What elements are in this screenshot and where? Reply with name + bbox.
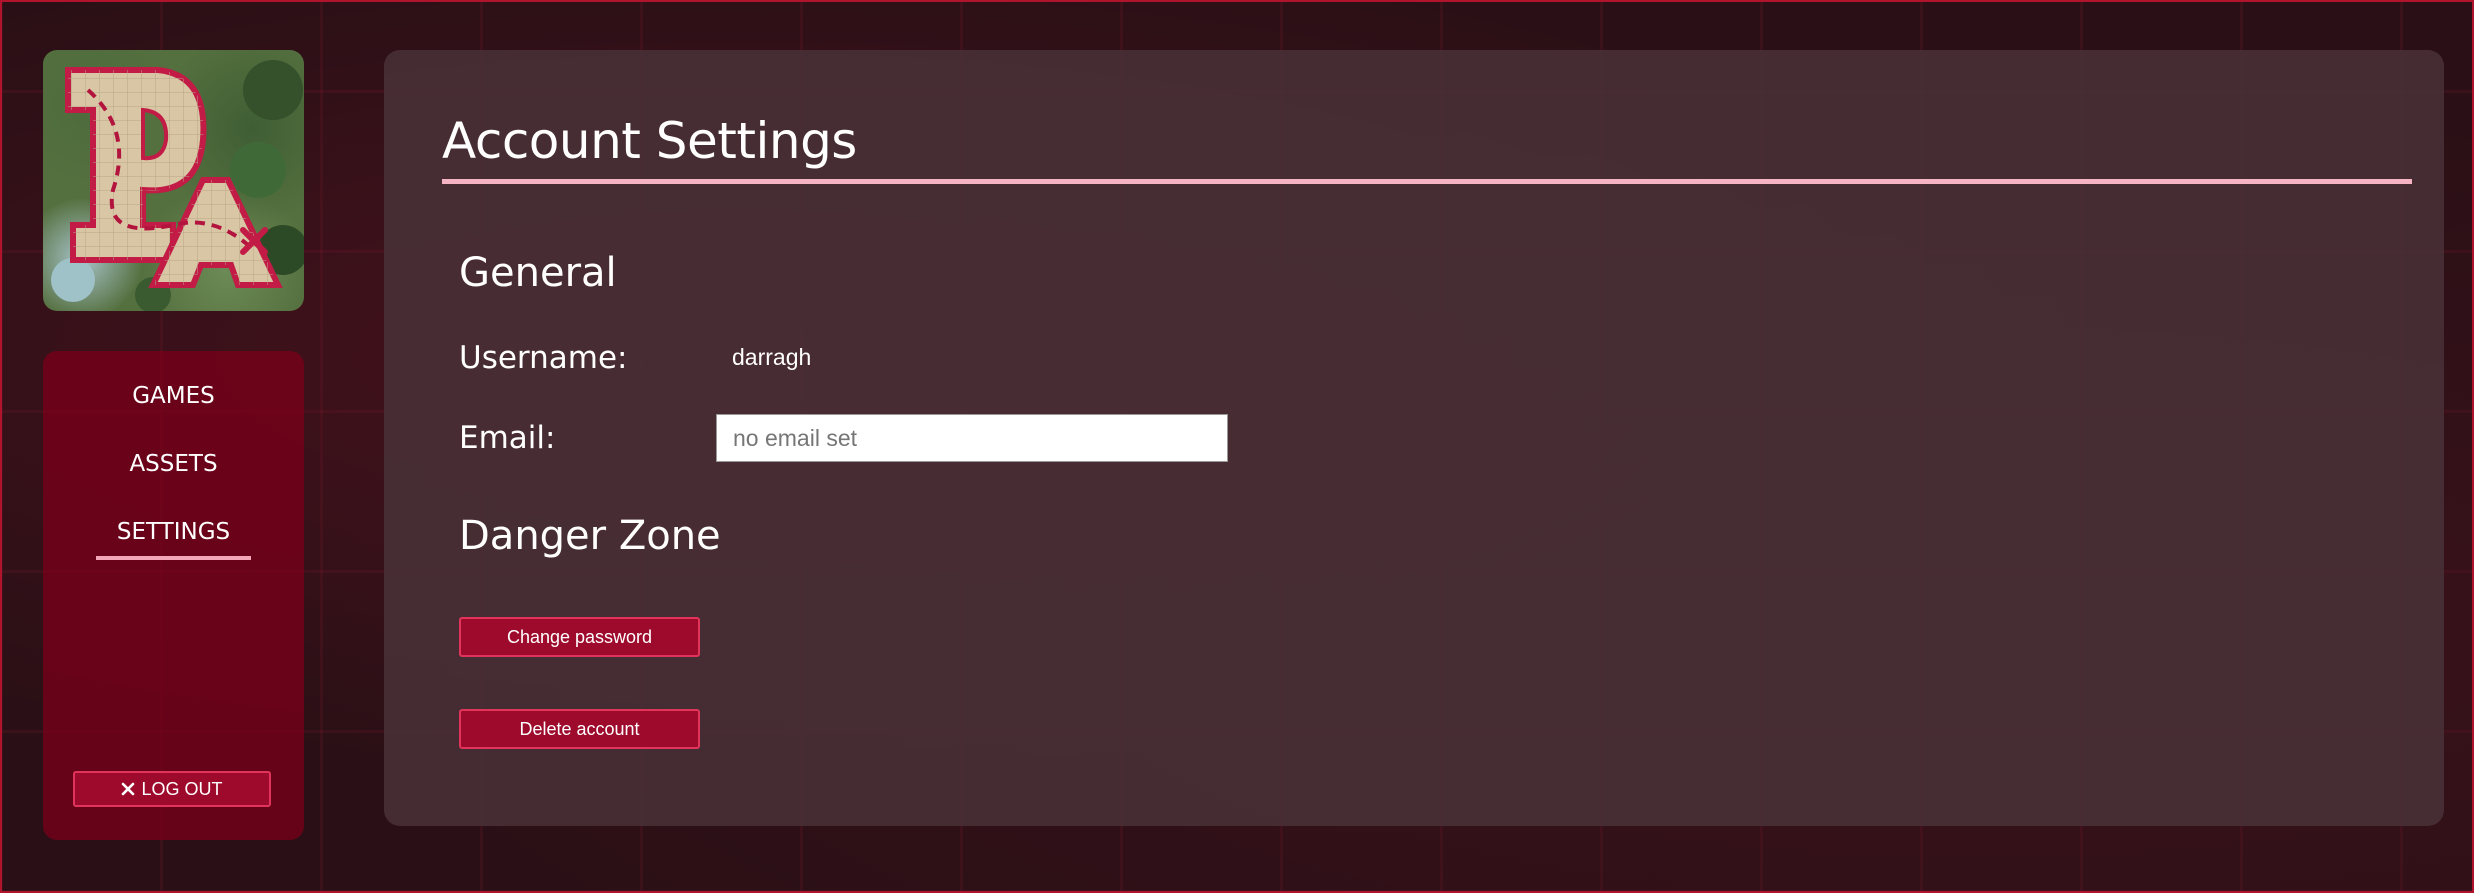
danger-zone-heading: Danger Zone xyxy=(459,513,721,559)
page-title: Account Settings xyxy=(442,112,857,170)
username-value: darragh xyxy=(732,344,812,370)
username-label: Username: xyxy=(459,340,628,376)
email-label: Email: xyxy=(459,420,556,456)
change-password-button[interactable]: Change password xyxy=(459,617,700,657)
logout-button[interactable]: LOG OUT xyxy=(73,771,271,807)
settings-panel: Account Settings General Username: darra… xyxy=(384,50,2444,826)
email-field[interactable] xyxy=(716,414,1228,462)
nav-item-label: SETTINGS xyxy=(116,519,231,545)
logout-label: LOG OUT xyxy=(141,778,223,799)
nav-item-settings[interactable]: SETTINGS xyxy=(43,519,304,560)
general-heading: General xyxy=(459,250,617,296)
active-nav-underline xyxy=(96,556,251,560)
nav-item-label: GAMES xyxy=(132,383,215,409)
nav-item-assets[interactable]: ASSETS xyxy=(43,451,304,477)
close-icon xyxy=(122,782,135,796)
delete-account-button[interactable]: Delete account xyxy=(459,709,700,749)
nav-item-games[interactable]: GAMES xyxy=(43,383,304,409)
nav-item-label: ASSETS xyxy=(129,451,218,477)
app-logo[interactable] xyxy=(43,50,304,311)
map-logo-icon xyxy=(51,60,304,311)
sidebar-nav: GAMES ASSETS SETTINGS LOG OUT xyxy=(43,351,304,840)
title-divider xyxy=(442,179,2412,184)
